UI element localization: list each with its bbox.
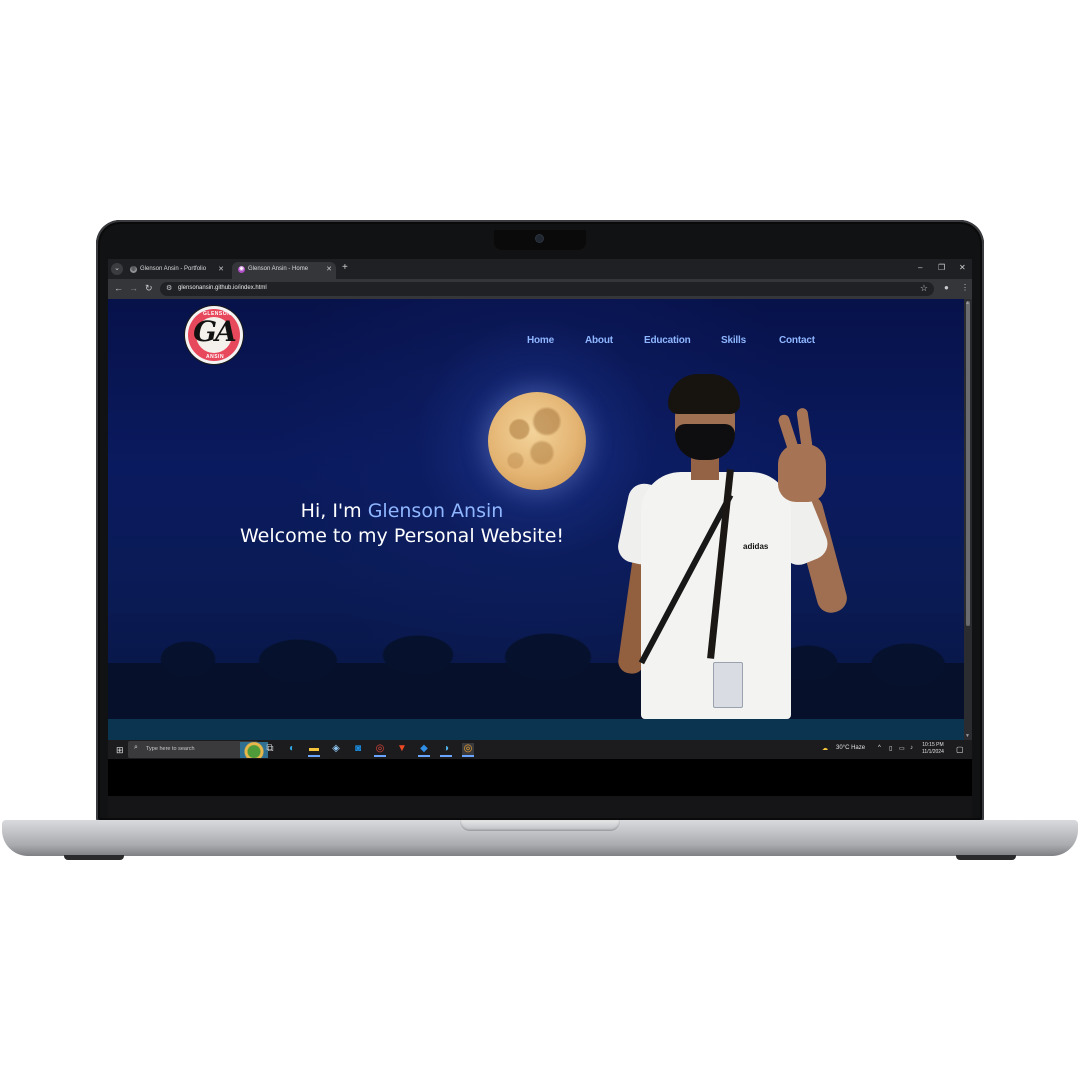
vscode-icon[interactable]: ◆ [418,743,430,757]
tray-overflow-icon[interactable]: ^ [878,745,881,751]
photo-hand [778,444,826,502]
clock-date: 11/1/2024 [922,749,944,755]
browser-tab-strip: ⌄ ◍ Glenson Ansin - Portfolio ✕ ◉ Glenso… [108,259,972,279]
nav-skills[interactable]: Skills [721,335,746,346]
minimize-icon[interactable]: – [918,263,922,272]
nav-home[interactable]: Home [527,335,554,346]
tab-title: Glenson Ansin - Portfolio [140,266,207,272]
laptop-screen: ⌄ ◍ Glenson Ansin - Portfolio ✕ ◉ Glenso… [108,259,972,759]
notification-icon[interactable]: ▢ [956,745,964,754]
hero-name: Glenson Ansin [367,500,504,522]
address-bar[interactable]: ⚙ glensonansin.github.io/index.html ☆ [160,282,934,296]
photo-id-card [713,662,743,708]
weather-icon: ☁ [822,746,828,752]
laptop-foot-left [64,855,124,860]
tab-title: Glenson Ansin - Home [248,266,309,272]
file-explorer-icon[interactable]: ▬ [308,743,320,757]
globe-icon: ◍ [130,266,137,273]
site-favicon-icon: ◉ [238,266,245,273]
profile-photo: adidas [615,374,863,719]
hero-text: Hi, I'm Glenson Ansin Welcome to my Pers… [228,499,576,549]
chrome-active-icon[interactable]: ◎ [462,743,474,757]
windows-taskbar: ⊞ ⌕ Type here to search ⧉ ◐ ▬ ◈ ◙ ◎ ▼ ◆ … [108,740,972,759]
profile-icon[interactable]: ● [944,283,949,292]
bookmark-star-icon[interactable]: ☆ [920,283,928,294]
edge-icon[interactable]: ◐ [286,743,298,755]
url-text: glensonansin.github.io/index.html [178,285,267,291]
tab-portfolio[interactable]: ◍ Glenson Ansin - Portfolio ✕ [124,262,228,279]
hero-welcome: Welcome to my Personal Website! [239,525,565,547]
nav-education[interactable]: Education [644,335,691,346]
hero-greeting: Hi, I'm Glenson Ansin [228,499,576,523]
screen-bottom-bezel [108,759,972,796]
scrollbar-thumb[interactable] [966,301,970,626]
photo-mask [675,424,735,460]
weather-text[interactable]: 30°C Haze [836,745,865,751]
reload-icon[interactable]: ↻ [145,283,153,294]
nav-contact[interactable]: Contact [779,335,815,346]
task-view-icon[interactable]: ⧉ [264,743,276,755]
nav-about[interactable]: About [585,335,613,346]
outlook-icon[interactable]: ◙ [352,743,364,755]
laptop-foot-right [956,855,1016,860]
moon-image [488,392,586,490]
new-tab-button[interactable]: + [342,262,348,273]
close-tab-icon[interactable]: ✕ [326,265,332,273]
store-icon[interactable]: ◈ [330,743,342,755]
browser-toolbar: ← → ↻ ⚙ glensonansin.github.io/index.htm… [108,279,972,299]
back-icon[interactable]: ← [114,283,123,293]
site-info-icon[interactable]: ⚙ [166,284,172,292]
menu-icon[interactable]: ⋮ [961,283,969,292]
webpage: GA GLENSON ANSIN Home About Education Sk… [108,299,964,740]
page-footer-strip [108,719,964,740]
laptop-lip-notch [460,820,620,831]
scroll-down-icon[interactable]: ▼ [965,733,970,739]
logo-bottom-text: ANSIN [206,354,225,360]
close-window-icon[interactable]: ✕ [959,263,966,272]
logo-top-text: GLENSON [203,311,232,317]
logo-monogram: GA [193,315,237,348]
search-placeholder: Type here to search [146,746,195,752]
edge-beta-icon[interactable]: ◑ [440,743,452,757]
restore-icon[interactable]: ❐ [938,263,945,272]
clock[interactable]: 10:15 PM 11/1/2024 [922,742,944,756]
brave-icon[interactable]: ▼ [396,743,408,755]
windows-start-icon[interactable]: ⊞ [116,745,124,756]
clock-time: 10:15 PM [922,742,944,748]
battery-icon[interactable]: ▯ [889,745,892,752]
greeting-text: Hi, I'm [300,500,368,522]
scroll-up-icon[interactable]: ▲ [965,300,970,306]
tab-home[interactable]: ◉ Glenson Ansin - Home ✕ [232,262,336,279]
network-icon[interactable]: ▭ [899,745,905,752]
search-icon: ⌕ [134,744,138,751]
close-tab-icon[interactable]: ✕ [218,265,224,273]
shirt-brand-logo: adidas [743,542,769,551]
camera-icon [536,235,543,242]
taskbar-search[interactable]: ⌕ Type here to search [128,741,268,758]
volume-icon[interactable]: ♪ [910,745,913,751]
photo-hair [668,374,740,414]
chrome-icon[interactable]: ◎ [374,743,386,757]
laptop-chin [108,796,972,818]
forward-icon[interactable]: → [129,283,138,293]
tab-search-icon[interactable]: ⌄ [111,263,123,275]
